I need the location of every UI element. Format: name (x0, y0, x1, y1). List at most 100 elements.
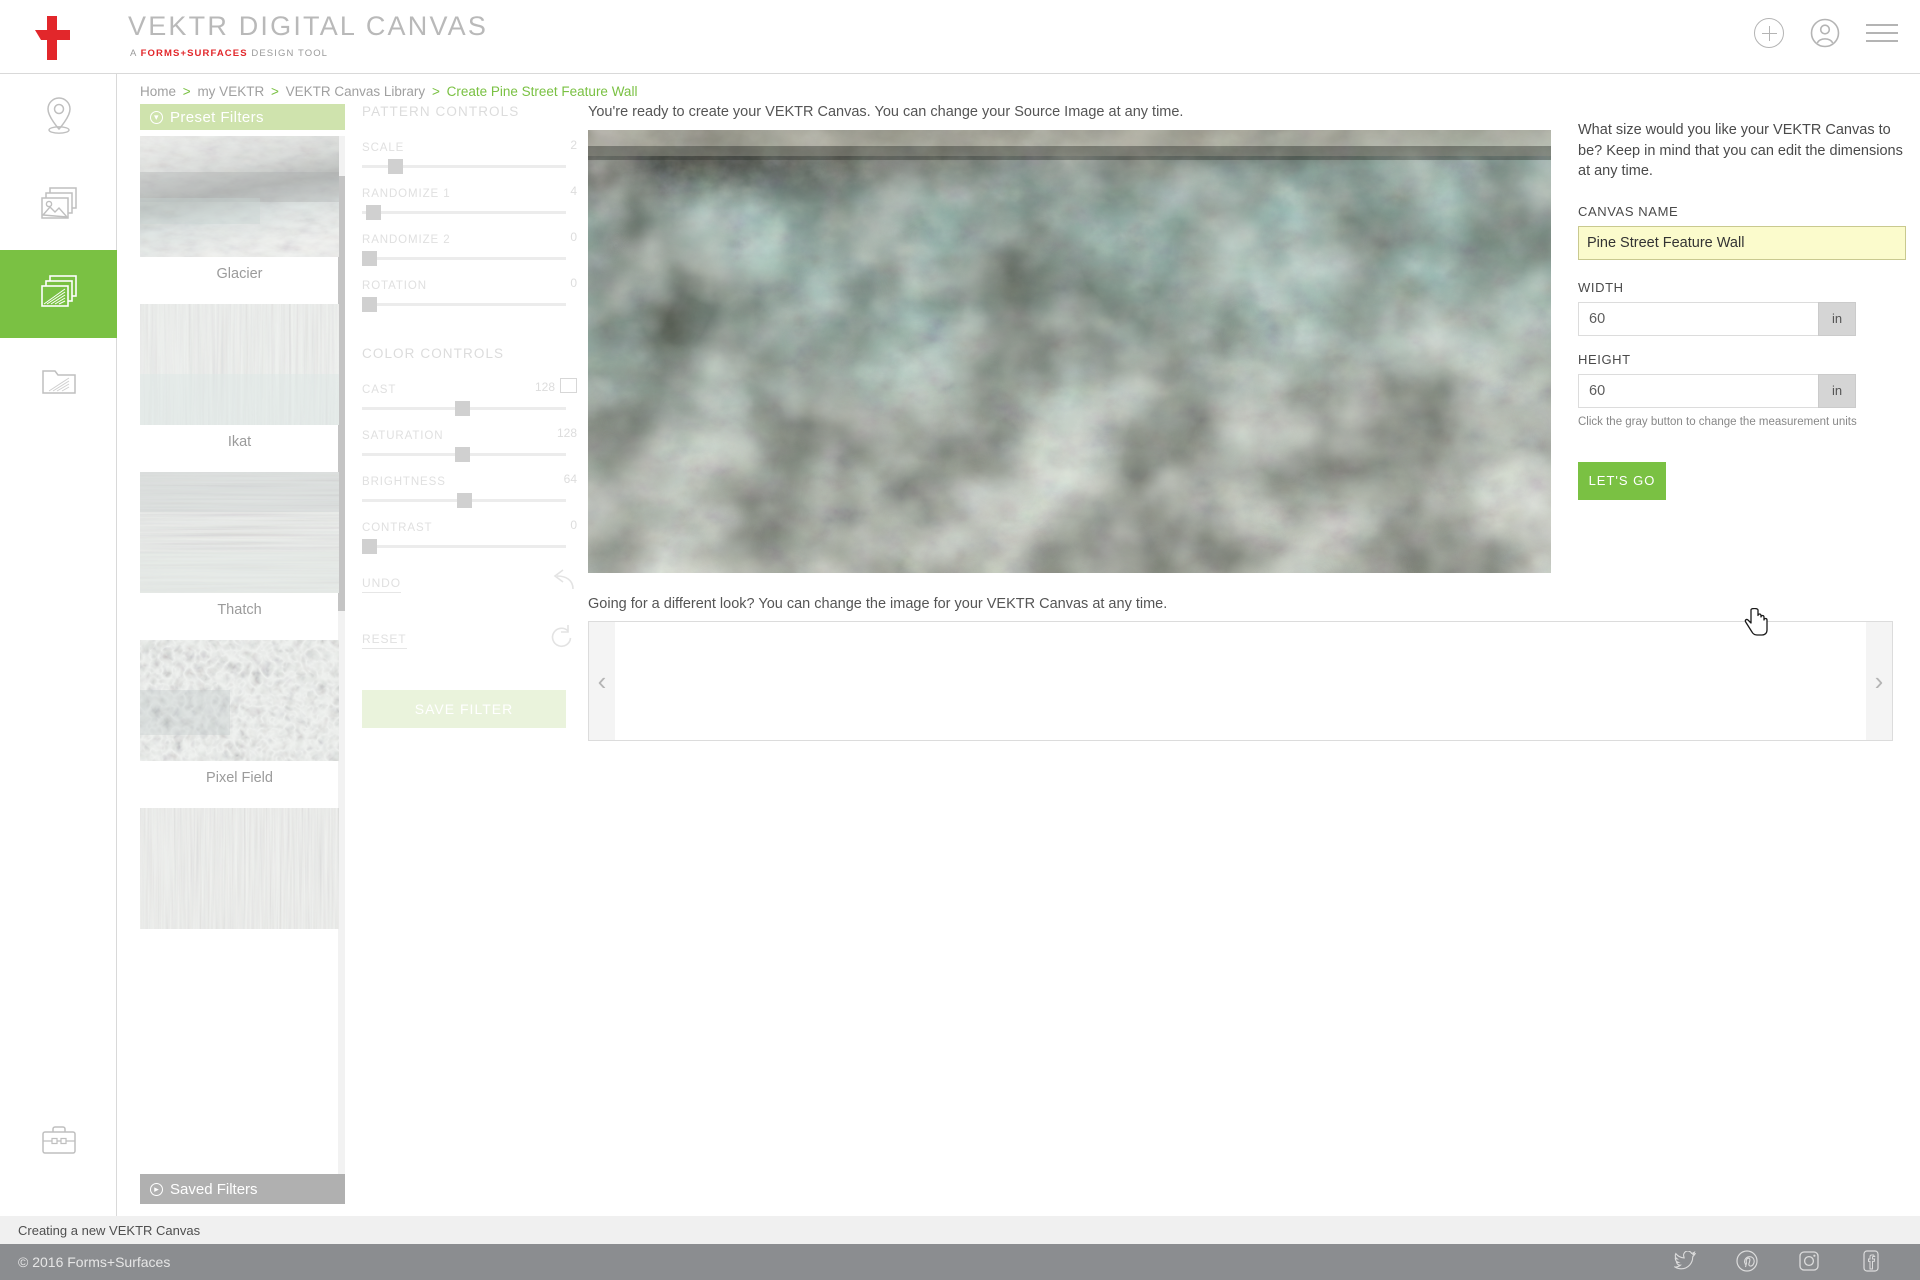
filter-item-thatch[interactable]: Thatch (140, 472, 339, 630)
rail-item-toolbox[interactable] (0, 1102, 117, 1182)
width-unit-button[interactable]: in (1818, 301, 1856, 336)
slider-brightness: BRIGHTNESS 64 (362, 472, 577, 508)
forms-surfaces-logo-icon[interactable] (27, 16, 75, 60)
add-icon[interactable] (1754, 18, 1784, 48)
slider-knob[interactable] (362, 539, 377, 554)
slider-randomize-1: RANDOMIZE 1 4 (362, 184, 577, 220)
breadcrumb-item-myvektr[interactable]: my VEKTR (197, 84, 264, 99)
slider-label: SCALE (362, 142, 405, 154)
height-label: HEIGHT (1578, 351, 1631, 367)
canvas-icon (38, 272, 80, 317)
footer-bar: © 2016 Forms+Surfaces (0, 1244, 1920, 1280)
reset-label: RESET (362, 632, 407, 649)
filter-item-extra[interactable] (140, 808, 339, 950)
slider-knob[interactable] (362, 297, 377, 312)
brand-sub-company: FORMS+SURFACES (140, 48, 248, 59)
breadcrumb-current: Create Pine Street Feature Wall (446, 84, 638, 99)
breadcrumb-separator: > (431, 84, 440, 99)
slider-track[interactable] (362, 297, 566, 312)
saved-filters-header[interactable]: ▸ Saved Filters (140, 1174, 345, 1204)
twitter-icon[interactable] (1672, 1249, 1697, 1274)
slider-label: CAST (362, 384, 397, 396)
slider-randomize-2: RANDOMIZE 2 0 (362, 230, 577, 266)
carousel-next-button[interactable]: › (1866, 622, 1892, 740)
slider-value: 64 (563, 472, 577, 486)
slider-cast: CAST 128 (362, 378, 577, 416)
rail-item-canvas[interactable] (0, 250, 117, 338)
slider-value: 0 (570, 518, 577, 532)
slider-label: RANDOMIZE 1 (362, 188, 451, 200)
width-input[interactable] (1578, 301, 1818, 336)
reset-button[interactable]: RESET (362, 625, 577, 660)
undo-icon (547, 568, 575, 599)
account-icon[interactable] (1810, 18, 1840, 48)
filter-item-ikat[interactable]: Ikat (140, 304, 339, 462)
color-controls-title: COLOR CONTROLS (362, 346, 505, 361)
slider-value: 0 (570, 230, 577, 244)
carousel-prev-button[interactable]: ‹ (589, 622, 615, 740)
pattern-controls-title: PATTERN CONTROLS (362, 104, 520, 119)
slider-label: CONTRAST (362, 522, 433, 534)
breadcrumb-item-library[interactable]: VEKTR Canvas Library (286, 84, 426, 99)
slider-knob[interactable] (455, 447, 470, 462)
breadcrumb-item-home[interactable]: Home (140, 84, 176, 99)
slider-label: ROTATION (362, 280, 427, 292)
undo-label: UNDO (362, 576, 401, 593)
rail-item-folder[interactable] (0, 338, 117, 426)
filter-thumbnail (140, 640, 339, 761)
preset-filters-header[interactable]: ▾ Preset Filters (140, 104, 345, 130)
filter-item-glacier[interactable]: Glacier (140, 136, 339, 294)
menu-icon[interactable] (1866, 18, 1898, 48)
instagram-icon[interactable] (1798, 1250, 1820, 1275)
slider-track[interactable] (362, 251, 566, 266)
preset-filters-title: Preset Filters (170, 108, 264, 126)
rail-item-location[interactable] (0, 74, 117, 162)
left-icon-rail (0, 74, 117, 1242)
status-bar: Creating a new VEKTR Canvas (0, 1216, 1920, 1244)
facebook-icon[interactable] (1860, 1249, 1882, 1275)
filter-label: Glacier (216, 266, 263, 282)
slider-knob[interactable] (388, 159, 403, 174)
images-icon (38, 184, 80, 229)
filter-thumbnail (140, 136, 339, 257)
source-image-preview[interactable] (588, 130, 1551, 573)
slider-contrast: CONTRAST 0 (362, 518, 577, 554)
status-text: Creating a new VEKTR Canvas (18, 1222, 201, 1238)
slider-track[interactable] (362, 447, 566, 462)
slider-knob[interactable] (457, 493, 472, 508)
chevron-right-icon: ▸ (150, 1182, 163, 1196)
cast-color-swatch[interactable] (560, 378, 577, 393)
slider-track[interactable] (362, 493, 566, 508)
rail-item-images[interactable] (0, 162, 117, 250)
breadcrumb-separator: > (270, 84, 279, 99)
location-icon (42, 96, 76, 141)
saved-filters-title: Saved Filters (170, 1180, 258, 1198)
filter-label (140, 929, 339, 950)
brand-sub-pre: A (130, 48, 141, 59)
slider-track[interactable] (362, 539, 566, 554)
chevron-down-icon: ▾ (150, 110, 163, 124)
slider-knob[interactable] (366, 205, 381, 220)
social-links (1672, 1244, 1882, 1280)
canvas-name-input[interactable] (1578, 225, 1906, 260)
slider-knob[interactable] (362, 251, 377, 266)
slider-knob[interactable] (455, 401, 470, 416)
undo-button[interactable]: UNDO (362, 569, 577, 604)
slider-track[interactable] (362, 205, 566, 220)
filter-item-pixel-field[interactable]: Pixel Field (140, 640, 339, 798)
breadcrumb: Home > my VEKTR > VEKTR Canvas Library >… (140, 84, 637, 99)
lets-go-button[interactable]: LET'S GO (1578, 461, 1666, 500)
pinterest-icon[interactable] (1736, 1249, 1758, 1275)
slider-track[interactable] (362, 159, 566, 174)
height-unit-button[interactable]: in (1818, 373, 1856, 408)
save-filter-button[interactable]: SAVE FILTER (362, 690, 566, 728)
slider-value: 128 (534, 380, 555, 394)
filter-label: Ikat (227, 434, 252, 450)
slider-label: RANDOMIZE 2 (362, 234, 451, 246)
preset-filters-panel: ▾ Preset Filters Glacier Ikat Thatch Pix… (140, 104, 345, 1204)
filter-thumbnail (140, 808, 339, 929)
slider-track[interactable] (362, 401, 566, 416)
preset-filters-list: Glacier Ikat Thatch Pixel Field (140, 136, 345, 1196)
height-input[interactable] (1578, 373, 1818, 408)
height-field-group: in (1578, 373, 1856, 408)
